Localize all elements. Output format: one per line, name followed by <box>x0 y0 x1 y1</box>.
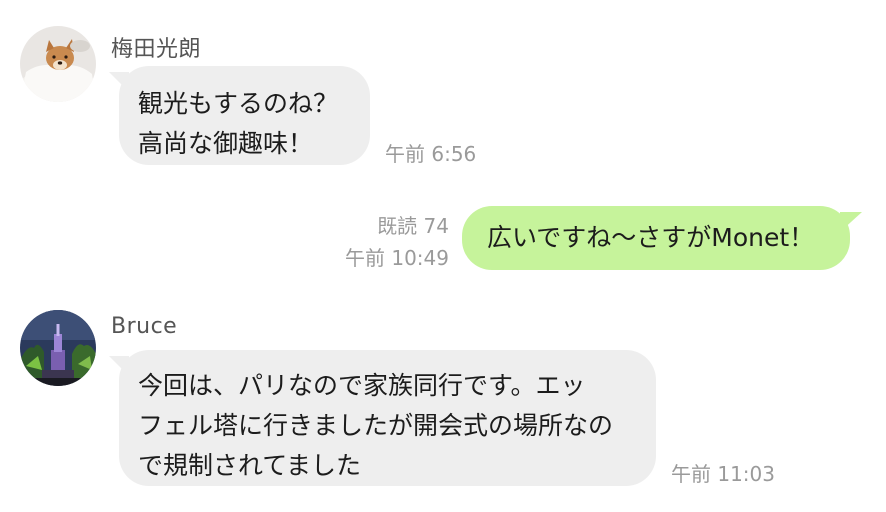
lit-monument-photo-icon <box>20 310 96 386</box>
message-timestamp: 午前 11:03 <box>671 462 775 486</box>
message-bubble-outgoing[interactable]: 広いですね〜さすがMonet！ <box>462 206 862 270</box>
message-text-line: フェル塔に行きましたが開会式の場所なの <box>138 411 614 440</box>
message-text-line: 高尚な御趣味！ <box>138 129 314 158</box>
sender-name: Bruce <box>111 314 178 339</box>
avatar-umeda[interactable] <box>20 26 96 102</box>
message-timestamp: 午前 10:49 <box>345 246 449 270</box>
message-timestamp: 午前 6:56 <box>385 142 477 166</box>
bubble-tail <box>840 212 862 232</box>
message-bubble-incoming[interactable]: 観光もするのね？ 高尚な御趣味！ <box>109 66 370 165</box>
message-text-line: で規制されてました <box>138 451 362 480</box>
message-bubble-incoming[interactable]: 今回は、パリなので家族同行です。エッ フェル塔に行きましたが開会式の場所なの で… <box>109 350 656 486</box>
read-receipt: 既読 74 <box>377 214 449 238</box>
bubble-tail <box>109 356 129 376</box>
sender-name: 梅田光朗 <box>111 37 202 62</box>
avatar-bruce[interactable] <box>20 310 96 386</box>
message-text-line: 広いですね〜さすがMonet！ <box>487 223 815 252</box>
shiba-dog-photo-icon <box>20 26 96 102</box>
message-text-line: 観光もするのね？ <box>138 89 339 118</box>
message-text-line: 今回は、パリなので家族同行です。エッ <box>138 371 586 400</box>
chat-log: 梅田光朗 観光もするのね？ 高尚な御趣味！ 午前 6:56 既読 74 午前 1… <box>0 0 886 512</box>
bubble-tail <box>109 72 129 92</box>
